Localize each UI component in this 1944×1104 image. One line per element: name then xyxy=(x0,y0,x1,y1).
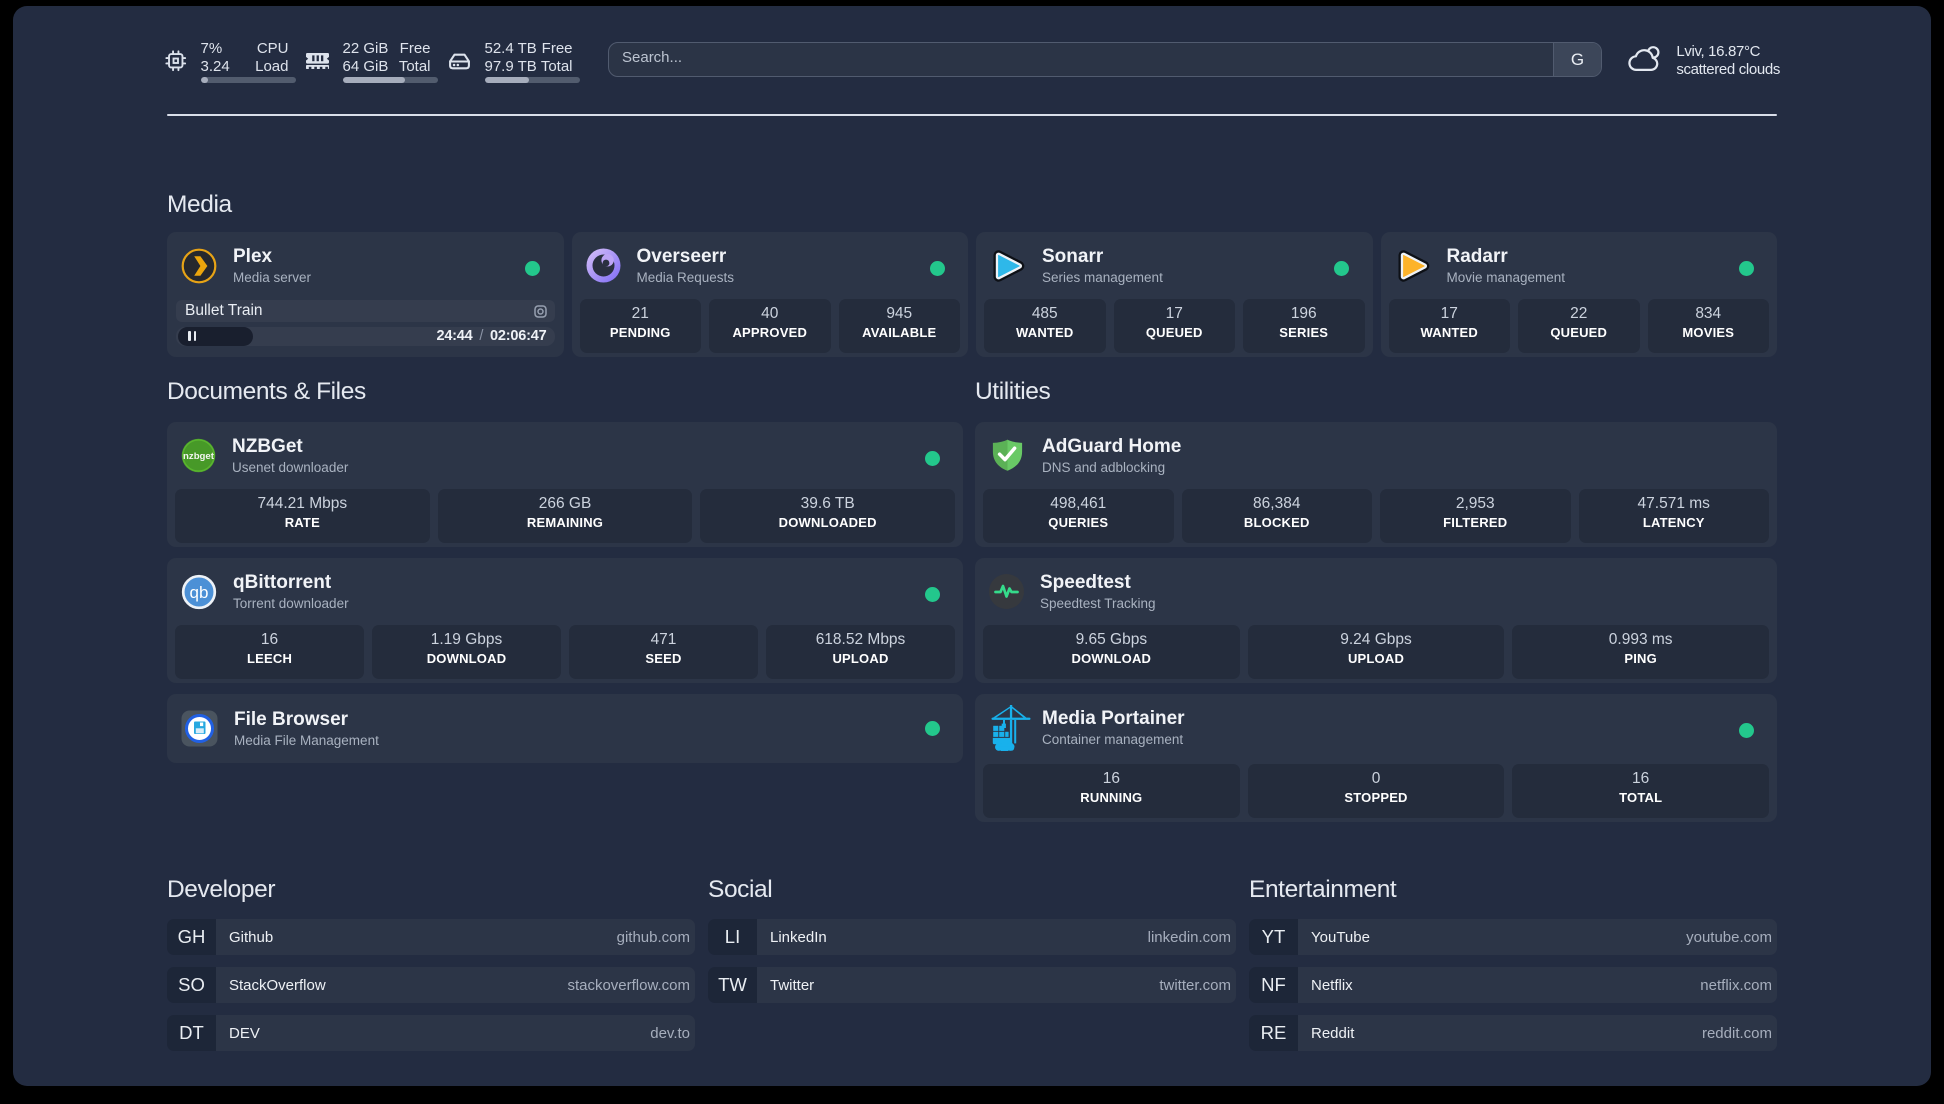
svg-text:qb: qb xyxy=(190,583,209,602)
svg-text:nzbget: nzbget xyxy=(183,451,215,462)
